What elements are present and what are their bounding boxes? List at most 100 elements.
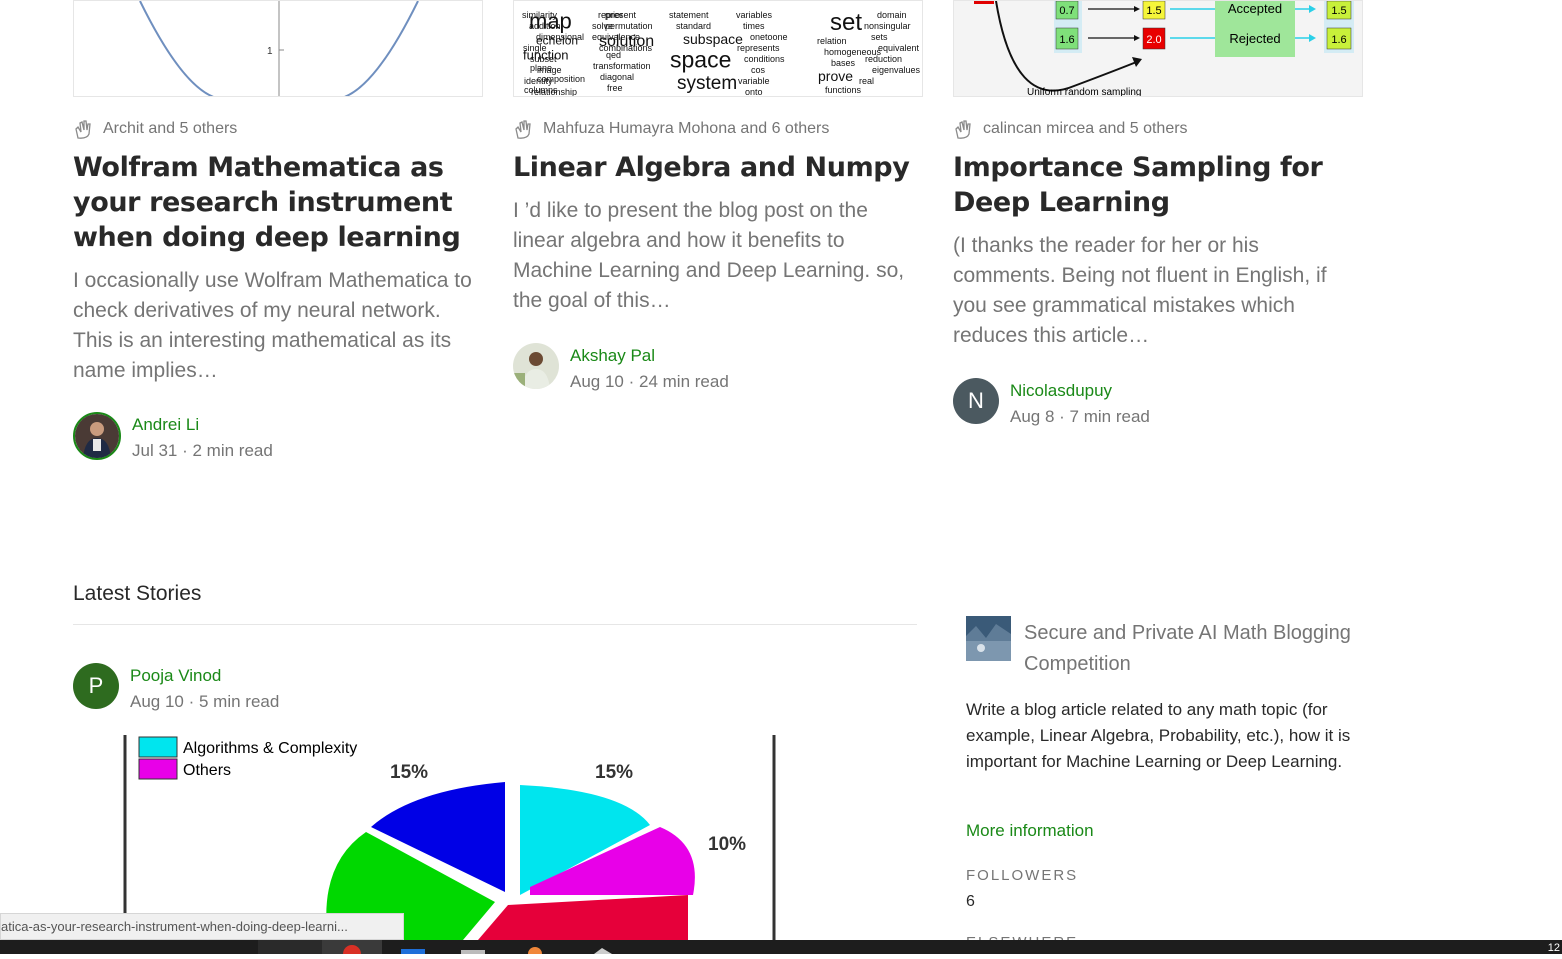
wordcloud-word: variables: [736, 10, 773, 20]
diagram-value: 0.7: [1059, 5, 1074, 17]
story-date-read: Aug 10 · 24 min read: [570, 372, 729, 391]
latest-stories-heading: Latest Stories: [73, 582, 202, 605]
story-thumbnail-wordcloud[interactable]: similarity addition dimensional single subse…: [513, 0, 923, 97]
author-name[interactable]: Andrei Li: [132, 412, 273, 438]
story-author: N Nicolasdupuy Aug 8 · 7 min read: [953, 378, 1150, 430]
wordcloud-word: onto: [745, 87, 763, 97]
chrome-icon[interactable]: [322, 940, 382, 959]
author-name[interactable]: Pooja Vinod: [130, 663, 279, 689]
latest-post-image[interactable]: Algorithms & Complexity Others 15% 15% 1…: [123, 735, 777, 940]
publication-logo[interactable]: [966, 616, 1011, 661]
author-avatar[interactable]: [73, 412, 121, 460]
author-avatar[interactable]: N: [953, 378, 999, 424]
story-excerpt[interactable]: I ’d like to present the blog post on th…: [513, 196, 923, 316]
followers-label: FOLLOWERS: [966, 867, 1079, 884]
more-information-link[interactable]: More information: [966, 821, 1094, 841]
read-time: 5 min read: [199, 692, 280, 711]
wordcloud-word: prove: [818, 68, 853, 84]
story-title[interactable]: Wolfram Mathematica as your research ins…: [73, 150, 483, 255]
wordcloud-word: columns: [524, 85, 558, 95]
story-thumbnail-diagram[interactable]: 0.7 1.6 1.5 2.0 Accepted Rejected 1.5 1.…: [953, 0, 1363, 97]
taskbar-item[interactable]: [258, 940, 322, 954]
wordcloud-word: domain: [877, 10, 907, 20]
diagram-accepted: Accepted: [1228, 1, 1282, 16]
taskbar-app-icon[interactable]: [398, 940, 428, 954]
wordcloud-word: variable: [738, 76, 770, 86]
wordcloud-word: statement: [669, 10, 709, 20]
taskbar-clock[interactable]: 12: [1548, 942, 1560, 954]
publication-description: Write a blog article related to any math…: [966, 700, 1351, 771]
wordcloud-word: conditions: [744, 54, 785, 64]
wordcloud-word: subspace: [683, 31, 743, 47]
story-excerpt[interactable]: I occasionally use Wolfram Mathematica t…: [73, 266, 483, 386]
wordcloud-word: plane: [530, 63, 552, 73]
story-date: Aug 8: [1010, 407, 1055, 426]
story-title[interactable]: Linear Algebra and Numpy: [513, 150, 923, 185]
wordcloud-word: sets: [871, 32, 888, 42]
diagram-caption: Uniform random sampling: [1027, 87, 1142, 97]
wordcloud-word: nonsingular: [864, 21, 911, 31]
story-date: Aug 10: [570, 372, 624, 391]
wordcloud-word: times: [743, 21, 765, 31]
story-date: Jul 31: [132, 441, 178, 460]
clap-icon: [73, 118, 95, 140]
story-excerpt[interactable]: (I thanks the reader for her or his comm…: [953, 231, 1363, 351]
wordcloud-word: function: [523, 47, 569, 62]
wordcloud-word: cos: [751, 65, 766, 75]
story-date-read: Jul 31 · 2 min read: [132, 441, 273, 460]
pie-slice: [478, 895, 688, 940]
publication-name[interactable]: Secure and Private AI Math Blogging Comp…: [1024, 618, 1364, 680]
diagram-value: 1.6: [1331, 34, 1346, 46]
latest-post-author: P Pooja Vinod Aug 10 · 5 min read: [73, 663, 279, 715]
plot-tick-label: 1: [267, 46, 273, 57]
followers-count[interactable]: 6: [966, 893, 975, 911]
story-thumbnail-plot[interactable]: 1: [73, 0, 483, 97]
clap-summary: calincan mircea and 5 others: [953, 118, 1188, 140]
legend-swatch-1: [138, 758, 178, 780]
taskbar-app-icon[interactable]: [458, 940, 488, 954]
taskbar-app-icon[interactable]: [520, 940, 550, 959]
pie-chart: Algorithms & Complexity Others 15% 15% 1…: [123, 735, 776, 940]
diagram-value: 1.5: [1331, 5, 1346, 17]
clap-summary: Mahfuza Humayra Mohona and 6 others: [513, 118, 829, 140]
wordcloud-word: space: [670, 46, 731, 72]
author-initial: P: [88, 673, 104, 698]
wordcloud-word: bases: [831, 58, 856, 68]
wordcloud-word: real: [859, 76, 874, 86]
diagram-value: 1.5: [1146, 5, 1161, 17]
wordcloud-word: map: [529, 9, 572, 34]
wordcloud-word: relation: [817, 36, 847, 46]
wordcloud-word: composition: [537, 74, 585, 84]
clap-names: Archit and 5 others: [103, 120, 238, 137]
diagram-value: 2.0: [1146, 34, 1161, 46]
wordcloud-word: reduction: [865, 54, 902, 64]
wordcloud-word: free: [607, 83, 623, 93]
status-bar-url: atica-as-your-research-instrument-when-d…: [0, 913, 404, 940]
taskbar: 12: [0, 940, 1562, 959]
wordcloud-word: functions: [825, 85, 862, 95]
diagram-value: 1.6: [1059, 34, 1074, 46]
clap-icon: [513, 118, 535, 140]
wordcloud-word: permutation: [605, 21, 653, 31]
wordcloud-word: set: [830, 9, 862, 36]
wordcloud-word: onetoone: [750, 32, 788, 42]
wordcloud-word: equivalence: [592, 32, 640, 42]
wordcloud-word: represents: [737, 43, 780, 53]
story-date: Aug 10: [130, 692, 184, 711]
author-avatar[interactable]: [513, 343, 559, 389]
read-time: 2 min read: [192, 441, 273, 460]
wordcloud-word: eigenvalues: [872, 65, 921, 75]
read-time: 24 min read: [639, 372, 729, 391]
clap-names: Mahfuza Humayra Mohona and 6 others: [543, 120, 830, 137]
story-title[interactable]: Importance Sampling for Deep Learning: [953, 150, 1333, 220]
author-name[interactable]: Nicolasdupuy: [1010, 378, 1150, 404]
story-date-read: Aug 10 · 5 min read: [130, 692, 280, 711]
taskbar-app-icon[interactable]: [588, 940, 618, 954]
author-name[interactable]: Akshay Pal: [570, 343, 729, 369]
wordcloud-word: equivalent: [878, 43, 920, 53]
author-avatar[interactable]: P: [73, 663, 119, 709]
story-author: Andrei Li Jul 31 · 2 min read: [73, 412, 273, 464]
story-date-read: Aug 8 · 7 min read: [1010, 407, 1150, 426]
clap-summary: Archit and 5 others: [73, 118, 237, 140]
wordcloud-word: standard: [676, 21, 711, 31]
